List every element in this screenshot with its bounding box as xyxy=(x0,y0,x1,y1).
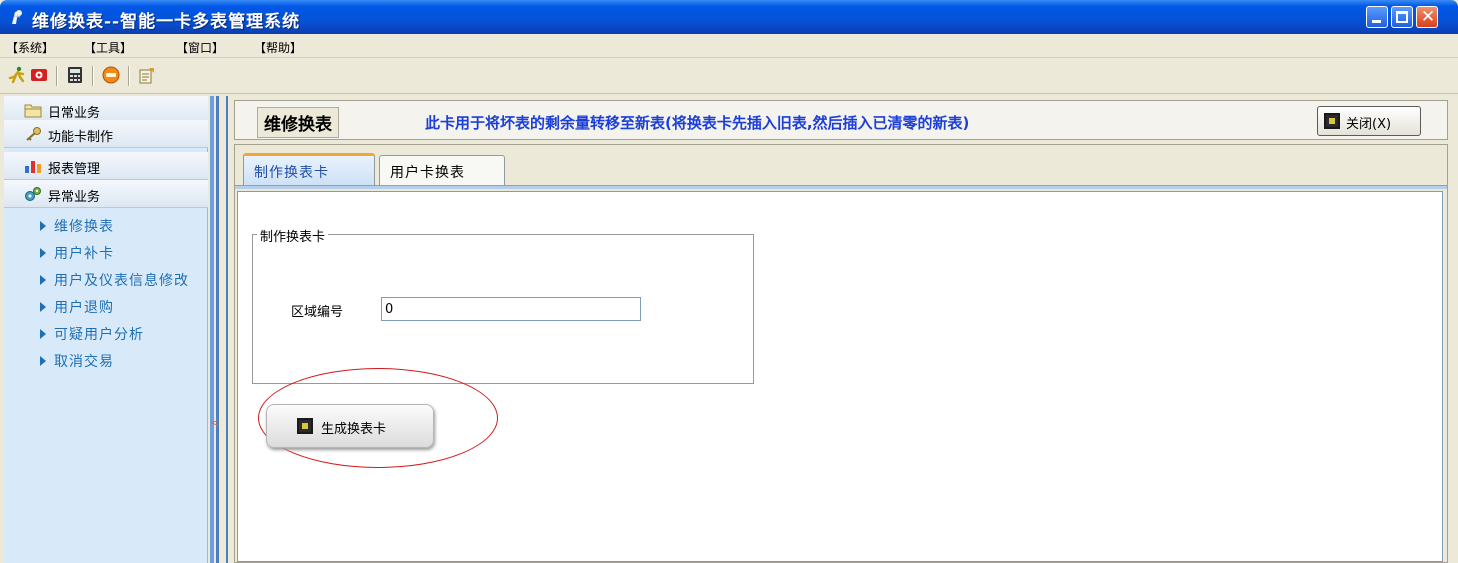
tab-user-card-change[interactable]: 用户卡换表 xyxy=(379,155,505,185)
menu-tools[interactable]: 【工具】 xyxy=(84,39,132,56)
sidebar-link-label: 可疑用户分析 xyxy=(54,327,144,343)
sidebar-section-exceptions[interactable]: 异常业务 xyxy=(4,180,208,208)
page-description: 此卡用于将坏表的剩余量转移至新表(将换表卡先插入旧表,然后插入已清零的新表) xyxy=(425,114,970,132)
button-icon xyxy=(297,418,313,434)
triangle-right-icon xyxy=(40,329,46,339)
sidebar-link-repair-meter[interactable]: 维修换表 xyxy=(40,216,208,236)
sidebar-link-suspicious-analysis[interactable]: 可疑用户分析 xyxy=(40,324,208,344)
sidebar-link-label: 用户补卡 xyxy=(54,246,114,262)
splitter-bar xyxy=(216,96,219,563)
close-icon: ✕ xyxy=(1420,7,1436,27)
triangle-right-icon xyxy=(40,248,46,258)
stop-record-icon[interactable] xyxy=(30,66,48,84)
triangle-right-icon xyxy=(40,221,46,231)
minimize-button[interactable] xyxy=(1366,6,1388,28)
sidebar-link-label: 维修换表 xyxy=(54,219,114,235)
sidebar-link-label: 取消交易 xyxy=(54,354,114,370)
sidebar-section-reports[interactable]: 报表管理 xyxy=(4,152,208,180)
sidebar-section-label: 报表管理 xyxy=(48,162,101,177)
toolbar xyxy=(0,58,1458,94)
menu-system[interactable]: 【系统】 xyxy=(6,39,54,56)
group-box: 制作换表卡 区域编号 xyxy=(252,226,754,384)
app-icon xyxy=(12,10,22,24)
header-panel: 维修换表 此卡用于将坏表的剩余量转移至新表(将换表卡先插入旧表,然后插入已清零的… xyxy=(234,100,1448,140)
tab-strip-line xyxy=(235,185,1447,189)
sidebar-splitter[interactable]: < xyxy=(208,96,226,563)
key-icon xyxy=(26,127,41,141)
menu-help[interactable]: 【帮助】 xyxy=(254,39,302,56)
running-man-icon[interactable] xyxy=(8,66,26,84)
maximize-icon xyxy=(1396,11,1408,23)
tab-make-change-card[interactable]: 制作换表卡 xyxy=(243,153,375,185)
area-number-label: 区域编号 xyxy=(291,305,344,320)
gears-icon xyxy=(25,187,41,201)
sidebar-link-label: 用户退购 xyxy=(54,300,114,316)
minimize-icon xyxy=(1372,20,1381,23)
card-reader-icon[interactable] xyxy=(102,66,120,84)
tab-area: 制作换表卡 用户卡换表 制作换表卡 区域编号 生成换表卡 xyxy=(234,144,1448,563)
splitter-bar xyxy=(210,96,214,563)
sidebar-link-refund[interactable]: 用户退购 xyxy=(40,297,208,317)
area-number-input[interactable] xyxy=(381,297,641,321)
toolbar-separator xyxy=(128,66,130,86)
sidebar-link-label: 用户及仪表信息修改 xyxy=(54,273,189,289)
sidebar-section-label: 异常业务 xyxy=(48,190,101,205)
sidebar-section-label: 功能卡制作 xyxy=(48,130,114,145)
title-bar: 维修换表--智能一卡多表管理系统 ✕ xyxy=(0,0,1458,34)
button-icon xyxy=(1324,113,1340,129)
toolbar-separator xyxy=(92,66,94,86)
generate-change-card-button[interactable]: 生成换表卡 xyxy=(266,404,434,448)
group-title: 制作换表卡 xyxy=(257,226,329,245)
close-button-label: 关闭(X) xyxy=(1346,117,1392,132)
sidebar-link-user-meter-info[interactable]: 用户及仪表信息修改 xyxy=(40,270,208,290)
collapse-arrow-icon[interactable]: < xyxy=(210,418,218,429)
sidebar: 日常业务 功能卡制作 报表管理 异常业务 维修换表 用户补卡 用户及仪表信息修改… xyxy=(4,96,208,563)
menu-window[interactable]: 【窗口】 xyxy=(176,39,224,56)
triangle-right-icon xyxy=(40,275,46,285)
triangle-right-icon xyxy=(40,302,46,312)
close-button[interactable]: 关闭(X) xyxy=(1317,106,1421,136)
maximize-button[interactable] xyxy=(1391,6,1413,28)
page-title: 维修换表 xyxy=(257,107,339,138)
edit-document-icon[interactable] xyxy=(138,66,156,84)
sidebar-link-reissue-card[interactable]: 用户补卡 xyxy=(40,243,208,263)
bar-chart-icon xyxy=(25,161,41,173)
toolbar-separator xyxy=(56,66,58,86)
window-title: 维修换表--智能一卡多表管理系统 xyxy=(32,12,301,32)
sidebar-section-label: 日常业务 xyxy=(48,106,101,121)
menu-bar: 【系统】 【工具】 【窗口】 【帮助】 xyxy=(0,34,1458,58)
calculator-icon[interactable] xyxy=(66,66,84,84)
close-window-button[interactable]: ✕ xyxy=(1416,6,1438,28)
triangle-right-icon xyxy=(40,356,46,366)
tab-content: 制作换表卡 区域编号 生成换表卡 xyxy=(237,191,1443,562)
sidebar-link-cancel-transaction[interactable]: 取消交易 xyxy=(40,351,208,371)
folder-icon xyxy=(24,104,42,118)
generate-button-label: 生成换表卡 xyxy=(321,422,387,437)
main-panel: 维修换表 此卡用于将坏表的剩余量转移至新表(将换表卡先插入旧表,然后插入已清零的… xyxy=(226,96,1454,563)
sidebar-section-function-card[interactable]: 功能卡制作 xyxy=(4,120,208,148)
